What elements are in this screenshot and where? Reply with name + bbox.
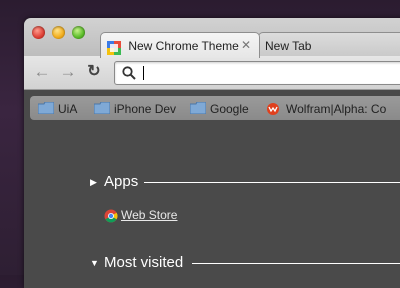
expand-arrow-icon: ▶ (90, 177, 97, 188)
tab-title: New Tab (265, 38, 312, 53)
bookmark-label: iPhone Dev (114, 101, 177, 116)
bookmark-wolfram-alpha[interactable]: Wolfram|Alpha: Co (266, 100, 386, 116)
reload-button[interactable]: ↻ (84, 62, 104, 82)
new-tab-page: ▶ Apps Web Store ▼ Most visited (24, 124, 400, 288)
most-visited-section-header[interactable]: ▼ Most visited (90, 253, 183, 273)
most-visited-heading: Most visited (104, 254, 184, 272)
address-bar[interactable] (114, 61, 400, 85)
bookmark-label: UiA (58, 101, 78, 116)
title-bar: New Chrome Theme ✕ New Tab (24, 18, 400, 58)
apps-section-header[interactable]: ▶ Apps (90, 172, 138, 192)
google-docs-icon (107, 39, 121, 55)
folder-icon (93, 101, 111, 115)
browser-window: New Chrome Theme ✕ New Tab ← → ↻ UiA iPh… (24, 18, 400, 288)
bookmark-google[interactable]: Google (189, 100, 249, 116)
chrome-icon (104, 209, 118, 223)
bookmark-uia[interactable]: UiA (37, 100, 78, 116)
text-cursor (143, 66, 144, 80)
forward-button[interactable]: → (58, 62, 78, 82)
close-window-button[interactable] (32, 26, 45, 39)
search-icon (121, 65, 137, 81)
apps-heading: Apps (104, 173, 139, 191)
minimize-window-button[interactable] (52, 26, 65, 39)
wolfram-icon (266, 102, 282, 115)
zoom-window-button[interactable] (72, 26, 85, 39)
back-button[interactable]: ← (32, 62, 52, 82)
web-store-label: Web Store (121, 208, 178, 222)
tab-new-tab[interactable]: New Tab (258, 32, 400, 58)
tab-new-chrome-theme[interactable]: New Chrome Theme ✕ (100, 32, 260, 58)
navigation-toolbar: ← → ↻ (24, 56, 400, 90)
tab-title: New Chrome Theme (128, 38, 239, 53)
bookmark-label: Wolfram|Alpha: Co (286, 101, 387, 116)
folder-icon (37, 101, 55, 115)
bookmarks-bar: UiA iPhone Dev Google Wolfram|Alpha: Co (24, 90, 400, 124)
apps-divider (144, 182, 400, 183)
bookmarks-strip: UiA iPhone Dev Google Wolfram|Alpha: Co (30, 96, 400, 120)
bookmark-label: Google (210, 101, 249, 116)
bookmark-iphone-dev[interactable]: iPhone Dev (93, 100, 177, 116)
folder-icon (189, 101, 207, 115)
collapse-arrow-icon: ▼ (90, 258, 99, 269)
most-visited-divider (192, 263, 400, 264)
web-store-link[interactable]: Web Store (104, 207, 177, 223)
tab-close-icon[interactable]: ✕ (241, 33, 251, 57)
